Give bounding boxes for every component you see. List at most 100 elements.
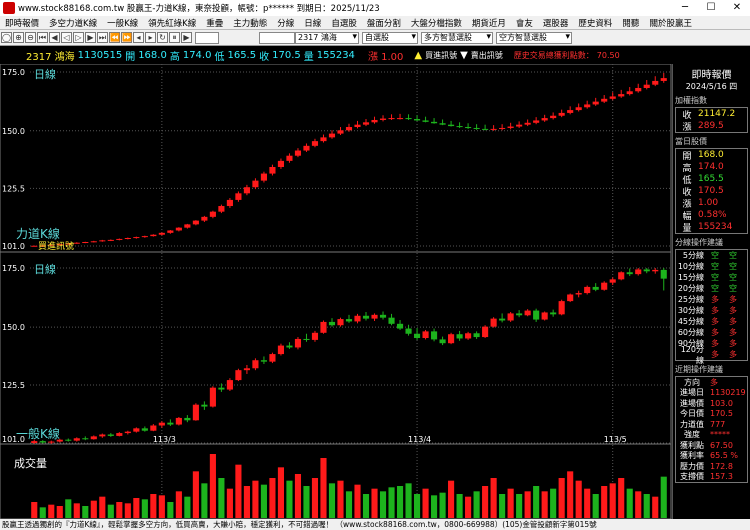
menu-item[interactable]: 多空力道K線 [44,17,102,29]
first-icon[interactable]: ◯ [1,32,12,43]
lower-title: 成交量 [14,456,47,470]
menu-item[interactable]: 選股器 [538,17,574,29]
next-icon[interactable]: ▶ [85,32,96,43]
power-k-body [107,239,114,241]
menu-item[interactable]: 日線 [299,17,326,29]
normal-k-body [643,269,650,272]
power-k-body [396,118,404,120]
recent-row-value: 67.50 [710,440,733,450]
bull-picker-select[interactable]: 多方智慧選股 [421,31,493,44]
ops-row-b: 多 [729,295,737,304]
pause-icon[interactable]: ⏸ [169,32,180,43]
prev-icon[interactable]: ◁ [61,32,72,43]
first-page-icon[interactable]: ⏪ [109,32,120,43]
bear-picker-select[interactable]: 空方智慧選股 [496,31,572,44]
volume-bar [31,502,38,518]
menu-item[interactable]: 關於股贏王 [644,17,697,29]
volume-bar [448,480,455,518]
menu-item[interactable]: 大盤分檔指數 [406,17,467,29]
menu-item[interactable]: 領先紅綠K線 [143,17,201,29]
close-icon[interactable]: ✕ [724,0,750,16]
menu-item[interactable]: 歷史資料 [573,17,617,29]
ops-row-label: 25分線 [677,295,704,304]
menu-item[interactable]: 盤面分割 [362,17,406,29]
day-row: 漲 1.00 [676,197,747,210]
power-k-body [175,227,182,231]
menu-item[interactable]: 期貨近月 [467,17,511,29]
power-k-body [260,173,267,181]
index-change-label: 漲 [682,122,692,133]
recent-row: 壓力價 172.8 [676,461,747,472]
step-forward-icon[interactable]: ▸ [145,32,156,43]
volume-bar [550,488,557,518]
volume-bar [252,480,259,518]
symbol-select[interactable]: 2317 鴻海 [295,31,359,44]
index-change-value: 289.5 [698,121,724,131]
power-k-body [541,118,548,121]
menu-item[interactable]: 一般K線 [102,17,143,29]
power-k-body [413,119,421,121]
recent-row-label: 力道值 [680,419,704,429]
toolbar: ◯ ⊕ ⊖ ⏮ ◀ ◁ ▷ ▶ ⏭ ⏪ ⏩ ◂ ▸ ↻ ⏸ ▶ 2317 鴻海 … [0,30,750,46]
buy-signal-icon: ▲ [414,49,423,61]
menu-item[interactable]: 重疊 [201,17,228,29]
volume-bar [65,499,72,518]
normal-k-body [116,433,123,436]
menu-item[interactable]: 即時報價 [0,17,44,29]
minimize-icon[interactable]: ─ [672,0,698,16]
recent-row-value: 777 [710,419,726,429]
day-row-value: 1.00 [698,198,719,208]
menu-item[interactable]: 會友 [511,17,538,29]
middle-panel-frame [0,251,672,445]
play-icon[interactable]: ▶ [181,32,192,43]
menu-item[interactable]: 自選股 [326,17,362,29]
chart-area[interactable]: 175.0 175.0 150.0 150.0 125.5 125.5 101.0 101.0… [0,64,672,519]
menu-item[interactable]: 閱聽 [617,17,644,29]
normal-k-body [516,313,523,316]
volume-bar [39,507,46,518]
ops-row-label: 60分線 [677,328,704,337]
plus-icon[interactable]: ⊕ [13,32,24,43]
watchlist-select[interactable]: 自選股 [362,31,418,44]
normal-k-body [618,272,625,280]
normal-k-body [260,360,267,362]
rp-head-title: 即時報價 [691,70,732,81]
normal-k-body [294,338,302,348]
y-tick-upper: 101.0 [2,242,25,251]
menu-item[interactable]: 主力動態 [228,17,272,29]
recent-row-value: 多 [710,377,718,387]
volume-bars [31,454,667,518]
minus-icon[interactable]: ⊖ [25,32,36,43]
volume-bar [337,480,344,518]
power-k-body [167,230,174,233]
ops-row: 10分線空空 [676,261,747,272]
last-page-icon[interactable]: ⏩ [121,32,132,43]
recent-row: 進場價 103.0 [676,398,747,409]
power-k-body [362,122,370,125]
volume-bar [388,487,395,518]
refresh-icon[interactable]: ↻ [157,32,168,43]
ops-row-a: 空 [711,251,719,260]
ops-row-b: 空 [729,284,737,293]
recent-row: 支撐價 157.3 [676,472,747,483]
right-panel: 即時報價 2024/5/16 四 加權指數 收 21147.2 漲 289.5 … [672,64,750,519]
forward-icon[interactable]: ▷ [73,32,84,43]
recent-row-value: 103.0 [710,398,733,408]
skip-end-icon[interactable]: ⏭ [97,32,108,43]
normal-k-body [422,331,429,338]
ops-row-b: 多 [729,328,737,337]
axis-labels: 175.0175.0150.0150.0125.5125.5101.0101.0… [2,68,627,444]
quote-date: 1130515 [77,49,123,61]
power-k-body [209,211,216,217]
ops-row-b: 多 [729,317,737,326]
step-back-icon[interactable]: ◂ [133,32,144,43]
menu-item[interactable]: 分線 [272,17,299,29]
blank-input[interactable] [195,31,219,44]
volume-bar [533,486,540,518]
normal-k-body [218,387,225,390]
chart-svg[interactable]: 175.0175.0150.0150.0125.5125.5101.0101.0… [0,64,672,519]
maximize-icon[interactable]: ☐ [698,0,724,16]
ops-row-a: 空 [711,284,719,293]
skip-start-icon[interactable]: ⏮ [37,32,48,43]
back-icon[interactable]: ◀ [49,32,60,43]
